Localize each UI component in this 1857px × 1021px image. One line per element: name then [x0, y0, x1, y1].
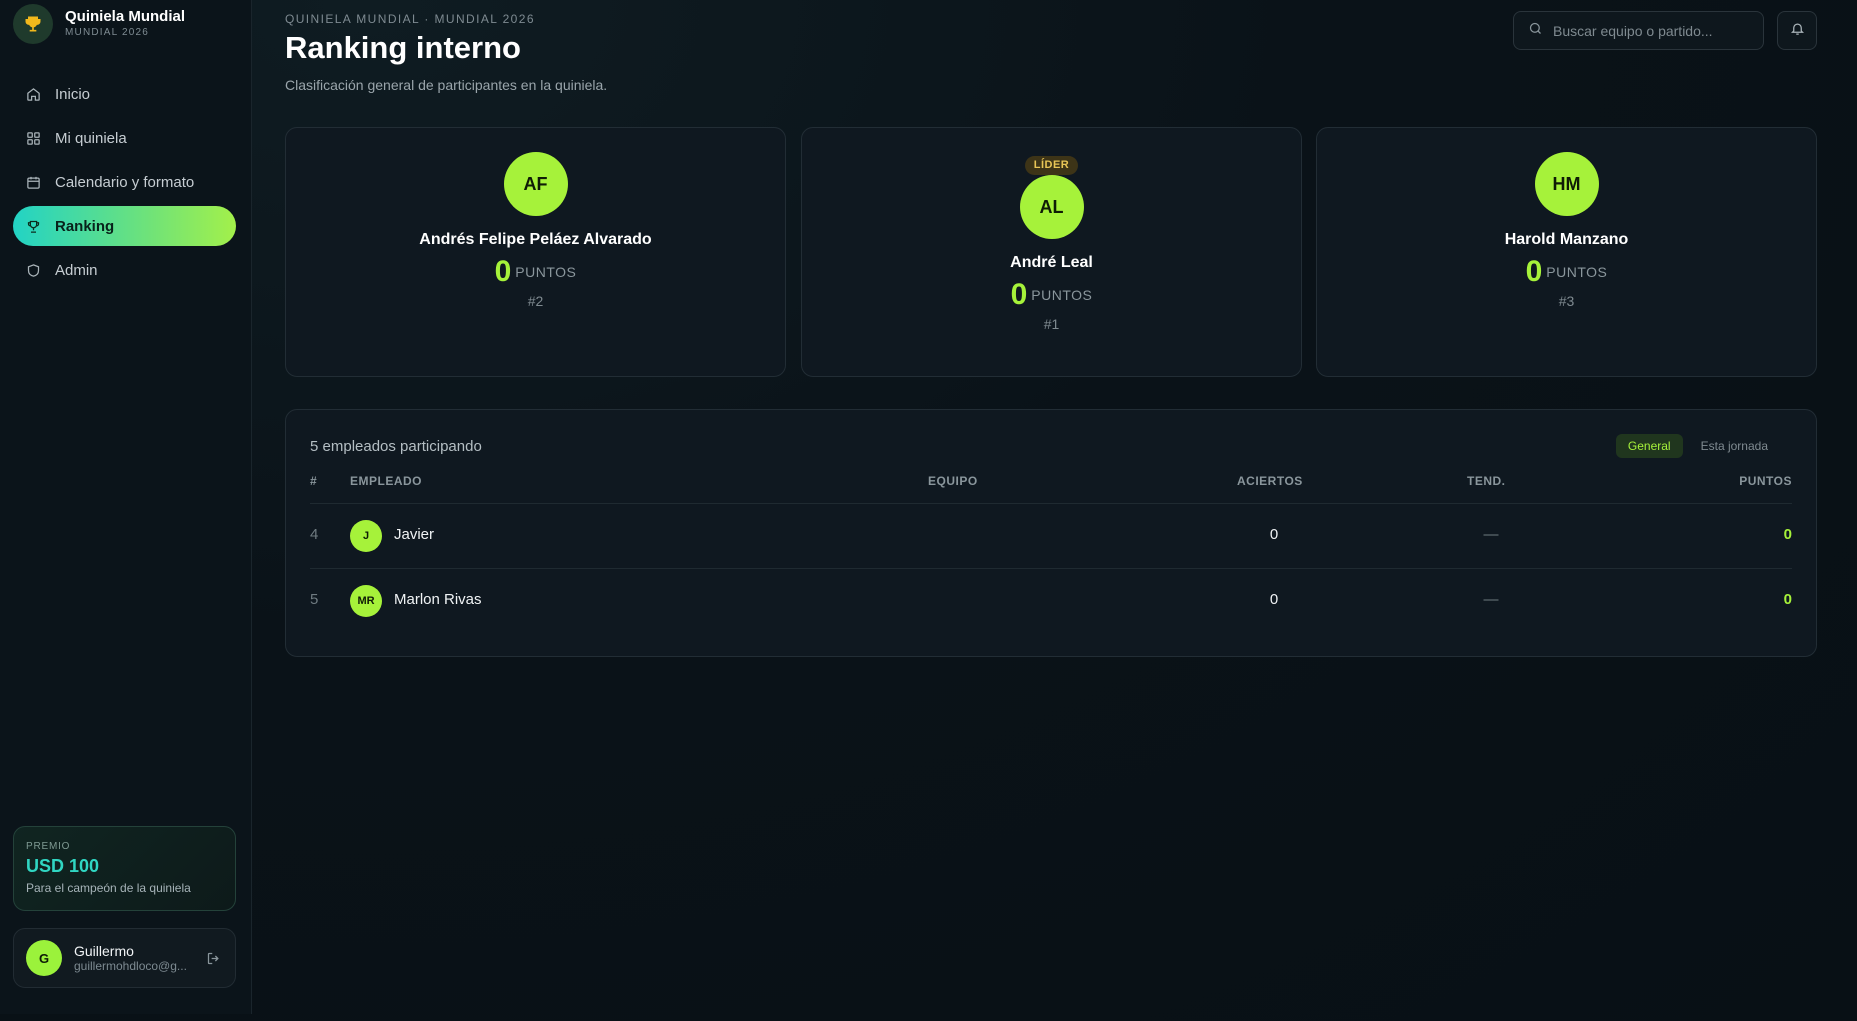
brand[interactable]: Quiniela Mundial MUNDIAL 2026	[13, 4, 185, 44]
prize-card: PREMIO USD 100 Para el campeón de la qui…	[13, 826, 236, 911]
grid-icon	[25, 130, 41, 146]
sidebar: Quiniela Mundial MUNDIAL 2026 Inicio Mi …	[0, 0, 252, 1014]
row-puntos: 0	[1783, 591, 1792, 608]
podium-card-first: LÍDER AL André Leal 0 PUNTOS #1	[801, 127, 1302, 377]
podium-card-second: AF Andrés Felipe Peláez Alvarado 0 PUNTOS…	[285, 127, 786, 377]
notifications-button[interactable]	[1777, 11, 1817, 50]
table-row[interactable]: 4 J Javier 0 — 0	[286, 504, 1816, 568]
page-subtitle: Clasificación general de participantes e…	[285, 77, 608, 93]
search-box[interactable]	[1513, 11, 1764, 50]
sidebar-item-label: Admin	[55, 261, 98, 279]
podium-name: Andrés Felipe Peláez Alvarado	[419, 231, 652, 248]
row-puntos: 0	[1783, 526, 1792, 543]
points-value: 0	[494, 255, 512, 288]
podium-card-third: HM Harold Manzano 0 PUNTOS #3	[1316, 127, 1817, 377]
podium-name: Harold Manzano	[1504, 231, 1629, 248]
sidebar-item-label: Inicio	[55, 85, 91, 103]
points-label: PUNTOS	[515, 264, 577, 280]
row-aciertos: 0	[1269, 591, 1279, 608]
row-aciertos: 0	[1269, 526, 1279, 543]
search-input[interactable]	[1553, 22, 1753, 39]
search-icon	[1528, 21, 1543, 41]
ranking-table: 5 empleados participando General Esta jo…	[285, 409, 1817, 657]
page-title: Ranking interno	[285, 30, 521, 65]
sidebar-item-inicio[interactable]: Inicio	[13, 74, 236, 114]
toggle-general[interactable]: General	[1615, 434, 1683, 458]
bell-icon	[1790, 21, 1805, 41]
breadcrumb: QUINIELA MUNDIAL · MUNDIAL 2026	[285, 12, 535, 26]
points-value: 0	[1525, 255, 1543, 288]
period-toggle: General Esta jornada	[1610, 434, 1780, 458]
podium-points: 0 PUNTOS	[286, 255, 785, 289]
row-name: Javier	[394, 526, 435, 543]
table-row[interactable]: 5 MR Marlon Rivas 0 — 0	[286, 569, 1816, 633]
user-name: Guillermo	[74, 943, 134, 959]
trophy-icon	[25, 218, 41, 234]
avatar: J	[350, 520, 382, 552]
column-header-puntos: PUNTOS	[1739, 474, 1792, 488]
shield-icon	[25, 262, 41, 278]
trophy-icon	[13, 4, 53, 44]
sidebar-item-label: Mi quiniela	[55, 129, 127, 147]
participants-count: 5 empleados participando	[310, 438, 482, 455]
row-tend: —	[1483, 526, 1499, 543]
podium-rank: #1	[1043, 316, 1060, 332]
avatar: HM	[1534, 152, 1599, 216]
sidebar-nav: Inicio Mi quiniela Calendario y formato …	[13, 74, 236, 294]
avatar: AL	[1019, 175, 1084, 239]
leader-badge: LÍDER	[1024, 156, 1079, 175]
user-card: G Guillermo guillermohdloco@g...	[13, 928, 236, 988]
sidebar-item-ranking[interactable]: Ranking	[13, 206, 236, 246]
brand-title: Quiniela Mundial	[65, 8, 186, 25]
sidebar-item-label: Ranking	[55, 217, 115, 235]
podium-points: 0 PUNTOS	[802, 278, 1301, 312]
sidebar-item-mi-quiniela[interactable]: Mi quiniela	[13, 118, 236, 158]
home-icon	[25, 86, 41, 102]
calendar-icon	[25, 174, 41, 190]
prize-label: PREMIO	[26, 841, 71, 852]
row-name: Marlon Rivas	[394, 591, 482, 608]
column-header-tend: TEND.	[1467, 474, 1506, 488]
points-label: PUNTOS	[1546, 264, 1608, 280]
avatar: G	[26, 940, 62, 976]
column-header-equipo: EQUIPO	[928, 474, 978, 488]
column-header-aciertos: ACIERTOS	[1237, 474, 1303, 488]
avatar: MR	[350, 585, 382, 617]
column-header-empleado: EMPLEADO	[350, 474, 423, 488]
sidebar-item-label: Calendario y formato	[55, 173, 195, 191]
avatar: AF	[503, 152, 568, 216]
points-label: PUNTOS	[1031, 287, 1093, 303]
podium-rank: #2	[527, 293, 544, 309]
sidebar-item-admin[interactable]: Admin	[13, 250, 236, 290]
toggle-jornada[interactable]: Esta jornada	[1689, 434, 1780, 458]
prize-amount: USD 100	[26, 856, 100, 876]
column-header-rank: #	[310, 474, 318, 488]
user-email: guillermohdloco@g...	[74, 959, 187, 973]
row-rank: 5	[310, 591, 319, 608]
brand-subtitle: MUNDIAL 2026	[65, 27, 150, 38]
podium-rank: #3	[1558, 293, 1575, 309]
podium-name: André Leal	[1010, 254, 1093, 271]
prize-description: Para el campeón de la quiniela	[26, 881, 191, 895]
logout-icon[interactable]	[203, 948, 223, 968]
row-rank: 4	[310, 526, 319, 543]
row-tend: —	[1483, 591, 1499, 608]
podium-points: 0 PUNTOS	[1317, 255, 1816, 289]
sidebar-item-calendario[interactable]: Calendario y formato	[13, 162, 236, 202]
points-value: 0	[1010, 278, 1028, 311]
